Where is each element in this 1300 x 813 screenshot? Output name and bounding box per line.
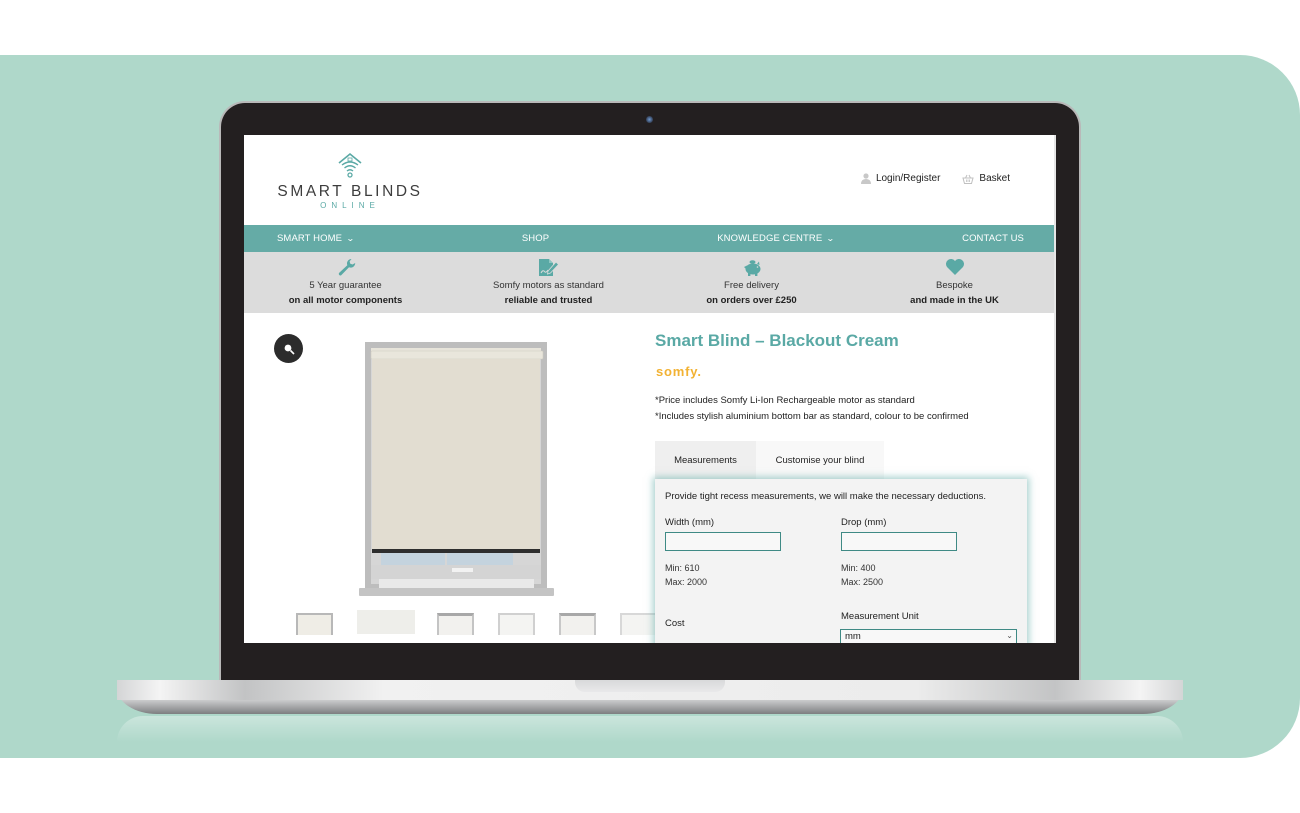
width-label: Width (mm) [665,517,715,528]
chevron-down-icon: ⌄ [1006,631,1013,640]
basket-link[interactable]: Basket [962,173,1010,184]
drop-min: Min: 400 [841,563,876,573]
measurement-unit-select[interactable]: mm ⌄ [840,629,1017,643]
basket-icon [962,174,975,184]
measurements-panel: Provide tight recess measurements, we wi… [655,479,1027,643]
width-input[interactable] [665,532,781,551]
main-navigation: SMART HOME ⌄ SHOP KNOWLEDGE CENTRE ⌄ CON… [244,225,1056,252]
chevron-down-icon: ⌄ [826,234,836,243]
nav-smart-home-label: SMART HOME [277,233,343,244]
usp-guarantee-line2: on all motor components [288,295,403,306]
product-thumbnails [296,610,657,635]
chevron-down-icon: ⌄ [346,234,355,243]
smart-home-wifi-logo-icon [338,152,362,178]
usp-somfy: Somfy motors as standard reliable and tr… [447,252,650,313]
product-tabs: Measurements Customise your blind [655,441,884,479]
nav-knowledge-centre[interactable]: KNOWLEDGE CENTRE ⌄ [717,233,836,244]
image-zoom-button[interactable] [274,334,303,363]
basket-label: Basket [979,173,1010,184]
nav-knowledge-centre-label: KNOWLEDGE CENTRE [717,233,823,244]
measurement-unit-value: mm [845,631,861,642]
user-icon [860,173,871,184]
usp-delivery-line1: Free delivery [724,280,779,291]
laptop-screen: SMART BLINDS ONLINE Login/Register Baske… [244,135,1056,643]
product-thumbnail[interactable] [357,610,415,634]
usp-guarantee: 5 Year guarantee on all motor components [244,252,447,313]
measurements-intro: Provide tight recess measurements, we wi… [665,491,987,502]
page-scrollbar[interactable] [1054,135,1056,643]
usp-bar: 5 Year guarantee on all motor components… [244,252,1056,313]
heart-icon [945,259,964,275]
nav-smart-home[interactable]: SMART HOME ⌄ [277,233,355,244]
webcam-icon [646,116,653,123]
width-limits: Min: 610 Max: 2000 [665,561,707,589]
site-logo[interactable]: SMART BLINDS ONLINE [274,151,426,210]
product-thumbnail[interactable] [559,613,596,635]
site-header: SMART BLINDS ONLINE Login/Register Baske… [244,135,1056,225]
laptop-opening-notch [575,680,725,692]
drop-limits: Min: 400 Max: 2500 [841,561,883,589]
usp-bespoke: Bespoke and made in the UK [853,252,1056,313]
nav-shop-label: SHOP [521,233,550,244]
logo-wordmark: SMART BLINDS [277,183,423,200]
tab-measurements[interactable]: Measurements [655,441,756,479]
usp-somfy-line1: Somfy motors as standard [493,280,604,291]
width-max: Max: 2000 [665,577,708,587]
laptop-reflection [117,716,1183,742]
signature-document-icon [538,259,559,276]
login-register-link[interactable]: Login/Register [860,173,941,184]
nav-contact-us-label: CONTACT US [962,233,1024,244]
wrench-icon [338,258,355,276]
logo-subtitle: ONLINE [320,201,380,210]
usp-delivery-line2: on orders over £250 [706,295,797,306]
nav-shop[interactable]: SHOP [522,233,549,244]
usp-somfy-line2: reliable and trusted [504,295,593,306]
product-title: Smart Blind – Blackout Cream [655,331,899,350]
somfy-brand-logo: somfy. [656,364,702,379]
piggy-bank-icon [743,260,760,276]
product-thumbnail[interactable] [296,613,333,635]
product-thumbnail[interactable] [620,613,657,635]
magnifier-icon [284,344,295,355]
usp-bespoke-line2: and made in the UK [910,295,999,306]
width-min: Min: 610 [665,563,700,573]
usp-delivery: Free delivery on orders over £250 [650,252,853,313]
header-links: Login/Register Basket [860,173,1010,184]
product-note-motor: *Price includes Somfy Li-Ion Rechargeabl… [655,395,915,406]
product-main-image[interactable] [359,342,554,600]
drop-input[interactable] [841,532,957,551]
measurement-unit-label: Measurement Unit [841,611,919,622]
usp-bespoke-line1: Bespoke [936,280,973,291]
product-thumbnail[interactable] [437,613,474,635]
usp-guarantee-line1: 5 Year guarantee [309,280,382,291]
nav-contact-us[interactable]: CONTACT US [962,233,1024,244]
product-note-bottom-bar: *Includes stylish aluminium bottom bar a… [655,411,969,422]
tab-customise-your-blind[interactable]: Customise your blind [756,441,884,479]
cost-label: Cost [665,618,685,629]
drop-label: Drop (mm) [841,517,887,528]
drop-max: Max: 2500 [841,577,884,587]
product-section: Smart Blind – Blackout Cream somfy. *Pri… [244,313,1056,643]
product-thumbnail[interactable] [498,613,535,635]
login-register-label: Login/Register [875,173,941,184]
